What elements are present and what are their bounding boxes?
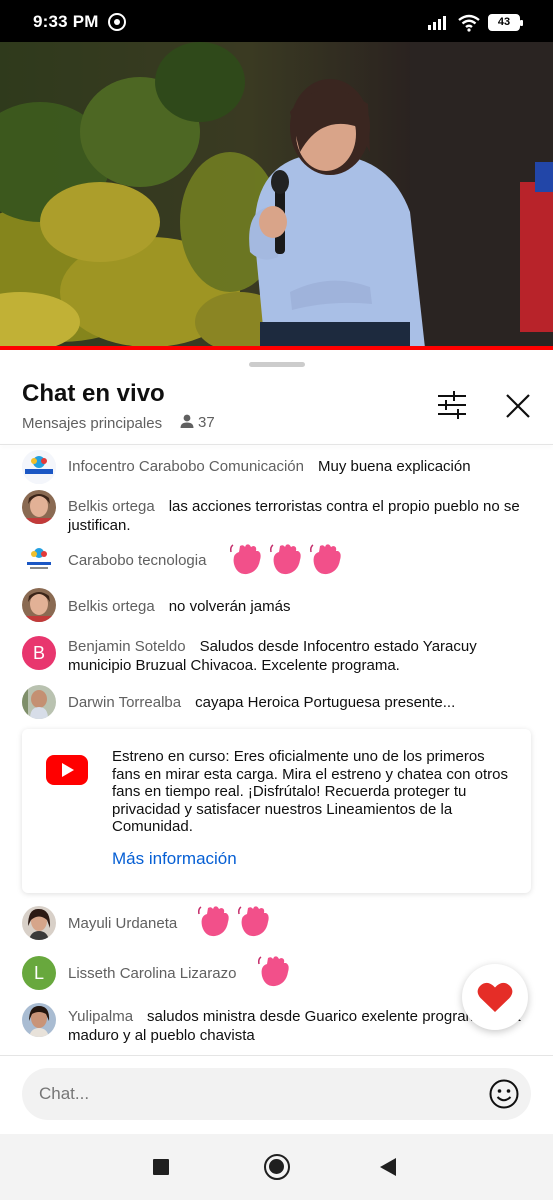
signal-icon [428,16,446,30]
waving-hand-icon [198,906,269,937]
message-text: no volverán jamás [168,598,291,615]
chat-mode-selector[interactable]: Mensajes principales [22,415,162,432]
waving-hand-emoji-group [258,954,298,990]
drag-handle[interactable] [249,362,305,367]
chat-title: Chat en vivo [22,380,165,407]
avatar-initial: L [33,963,44,983]
heart-reaction-button[interactable] [462,964,528,1030]
more-info-link[interactable]: Más información [112,849,237,869]
profile-photo [22,490,56,524]
status-bar: 9:33 PM 43 [0,0,553,42]
chat-message-list[interactable]: Infocentro Carabobo Comunicación Muy buen… [0,447,553,1055]
message-text: saludos ministra desde Guarico exelente … [68,1008,521,1044]
back-icon[interactable] [380,1158,396,1176]
divider [0,444,553,445]
profile-photo [22,685,56,719]
youtube-logo-icon [46,755,88,785]
avatar[interactable] [22,542,56,576]
infocentro-logo-icon [22,542,56,576]
message-author[interactable]: Darwin Torrealba [68,694,181,711]
message-author[interactable]: Infocentro Carabobo Comunicación [68,458,304,475]
video-frame [0,42,553,348]
heart-icon [477,982,513,1012]
message-author[interactable]: Lisseth Carolina Lizarazo [68,965,236,982]
battery-icon: 43 [488,14,523,31]
whatsapp-icon [108,13,126,31]
premiere-notice-card: Estreno en curso: Eres oficialmente uno … [22,729,531,893]
avatar[interactable] [22,906,56,940]
avatar[interactable] [22,450,56,484]
notice-text: Estreno en curso: Eres oficialmente uno … [112,748,509,835]
waving-hand-icon [230,544,341,575]
avatar-initial: B [32,643,45,663]
avatar[interactable] [22,490,56,524]
waving-hand-emoji-group [198,904,278,940]
battery-level: 43 [497,16,511,28]
home-icon[interactable] [264,1154,290,1180]
waving-hand-emoji-group [230,542,350,578]
message-author[interactable]: Mayuli Urdaneta [68,915,177,932]
message-author[interactable]: Belkis ortega [68,598,155,615]
recent-apps-icon[interactable] [153,1159,169,1175]
status-time: 9:33 PM [33,12,99,31]
profile-photo [22,588,56,622]
avatar[interactable] [22,588,56,622]
message-text: Muy buena explicación [317,458,471,475]
message-text: cayapa Heroica Portuguesa presente... [195,694,456,711]
chat-input-bar [0,1055,553,1134]
avatar[interactable] [22,685,56,719]
chat-input[interactable] [22,1068,531,1120]
person-icon [180,414,194,428]
close-icon[interactable] [500,388,536,424]
profile-photo [22,1003,56,1037]
waving-hand-icon [258,956,289,987]
message-author[interactable]: Benjamin Soteldo [68,638,186,655]
viewer-count: 37 [180,414,215,431]
system-nav-bar [0,1134,553,1200]
message-author[interactable]: Belkis ortega [68,498,155,515]
filter-icon[interactable] [432,388,472,422]
message-author[interactable]: Yulipalma [68,1008,133,1025]
message-author[interactable]: Carabobo tecnologia [68,552,206,569]
viewer-count-value: 37 [198,414,215,431]
avatar[interactable] [22,1003,56,1037]
avatar[interactable]: L [22,956,56,990]
avatar[interactable]: B [22,636,56,670]
video-player[interactable] [0,42,553,348]
profile-photo [22,906,56,940]
infocentro-logo-icon [22,450,56,484]
emoji-icon[interactable] [488,1078,520,1110]
wifi-icon [458,14,480,32]
